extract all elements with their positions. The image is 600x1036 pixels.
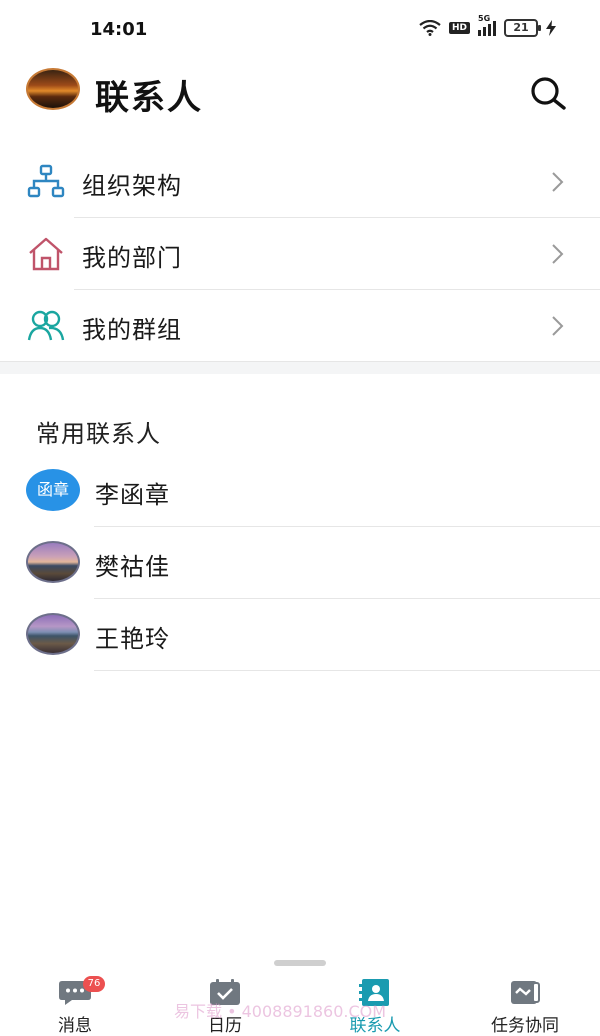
group-icon xyxy=(27,310,65,341)
tab-messages[interactable]: 76 消息 xyxy=(15,970,135,1036)
section-title-frequent-contacts: 常用联系人 xyxy=(36,420,161,448)
tab-label: 任务协同 xyxy=(491,1016,559,1036)
contact-name: 李函章 xyxy=(95,481,170,509)
page-title: 联系人 xyxy=(95,78,203,118)
watermark: 易下载 • 4008891860.COM xyxy=(174,1002,387,1021)
org-chart-icon xyxy=(27,164,65,198)
contact-name: 王艳玲 xyxy=(95,625,170,653)
contact-item[interactable]: 王艳玲 xyxy=(0,599,600,671)
status-icons: HD 5G 21 xyxy=(419,14,556,37)
tab-label: 消息 xyxy=(58,1016,92,1036)
contact-avatar xyxy=(26,613,80,655)
contact-item[interactable]: 函章 李函章 xyxy=(0,455,600,527)
user-avatar[interactable] xyxy=(26,68,80,110)
hd-indicator: HD xyxy=(448,22,470,34)
chevron-right-icon xyxy=(552,316,564,336)
menu-item-label: 组织架构 xyxy=(82,172,182,200)
app-header: 联系人 xyxy=(0,56,600,126)
status-bar: 14:01 HD 5G 21 xyxy=(0,0,600,56)
network-type: 5G xyxy=(478,14,491,23)
contact-name: 樊祜佳 xyxy=(95,553,170,581)
unread-badge: 76 xyxy=(83,976,105,992)
menu-item-my-department[interactable]: 我的部门 xyxy=(0,218,600,290)
chevron-right-icon xyxy=(552,244,564,264)
charging-icon xyxy=(546,20,556,36)
chevron-right-icon xyxy=(552,172,564,192)
contact-avatar: 函章 xyxy=(26,469,80,511)
search-icon[interactable] xyxy=(528,74,568,114)
home-icon xyxy=(29,237,63,271)
menu-item-label: 我的部门 xyxy=(82,244,182,272)
wifi-icon xyxy=(419,20,441,36)
contact-menu: 组织架构 我的部门 我的群组 xyxy=(0,146,600,362)
menu-item-my-groups[interactable]: 我的群组 xyxy=(0,290,600,362)
tab-tasks[interactable]: 任务协同 xyxy=(465,970,585,1036)
section-separator xyxy=(0,362,600,374)
menu-item-org-structure[interactable]: 组织架构 xyxy=(0,146,600,218)
contact-avatar xyxy=(26,541,80,583)
status-time: 14:01 xyxy=(90,19,148,40)
contact-list: 函章 李函章 樊祜佳 王艳玲 xyxy=(0,455,600,671)
home-indicator[interactable] xyxy=(274,960,326,966)
battery-icon: 21 xyxy=(504,19,541,37)
contact-item[interactable]: 樊祜佳 xyxy=(0,527,600,599)
menu-item-label: 我的群组 xyxy=(82,316,182,344)
task-icon xyxy=(511,981,540,1004)
signal-icon: 5G xyxy=(478,14,496,36)
divider xyxy=(94,670,600,671)
